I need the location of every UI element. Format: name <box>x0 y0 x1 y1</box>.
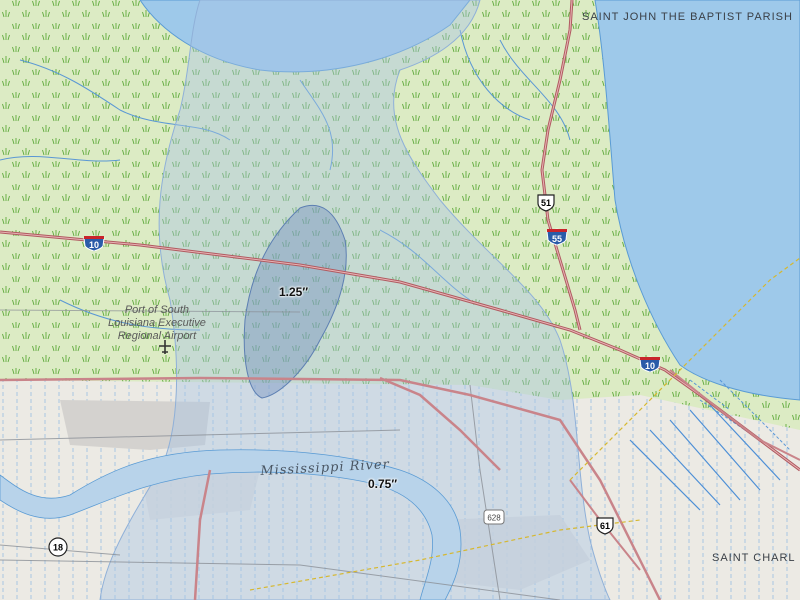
svg-text:61: 61 <box>600 521 610 531</box>
svg-text:18: 18 <box>53 543 63 553</box>
route-18-shield[interactable]: 18 <box>47 537 69 557</box>
interstate-10-shield-west[interactable]: 10 <box>83 235 105 251</box>
svg-text:55: 55 <box>552 234 562 244</box>
airport-label: Port of South Louisiana Executive Region… <box>108 304 206 343</box>
map-base <box>0 0 800 600</box>
airport-label-line-2: Louisiana Executive <box>108 317 206 329</box>
airport-label-line-3: Regional Airport <box>117 330 197 342</box>
precip-label-high: 1.25″ <box>279 285 309 299</box>
parish-label-north: SAINT JOHN THE BAPTIST PARISH <box>582 11 793 23</box>
map-view[interactable]: 10 10 55 51 61 18 628 SAINT JOHN THE BAP… <box>0 0 800 600</box>
parish-label-south: SAINT CHARL <box>712 552 796 564</box>
interstate-55-shield[interactable]: 55 <box>546 228 568 246</box>
svg-text:10: 10 <box>645 361 655 371</box>
svg-text:51: 51 <box>541 198 551 208</box>
us-61-shield[interactable]: 61 <box>595 517 615 535</box>
precip-label-low: 0.75″ <box>368 477 398 491</box>
svg-text:10: 10 <box>89 240 99 250</box>
route-628-shield[interactable]: 628 <box>483 509 505 525</box>
us-51-shield[interactable]: 51 <box>536 194 556 212</box>
interstate-10-shield-east[interactable]: 10 <box>639 356 661 372</box>
airport-label-line-1: Port of South <box>124 304 190 316</box>
svg-text:628: 628 <box>487 514 501 523</box>
